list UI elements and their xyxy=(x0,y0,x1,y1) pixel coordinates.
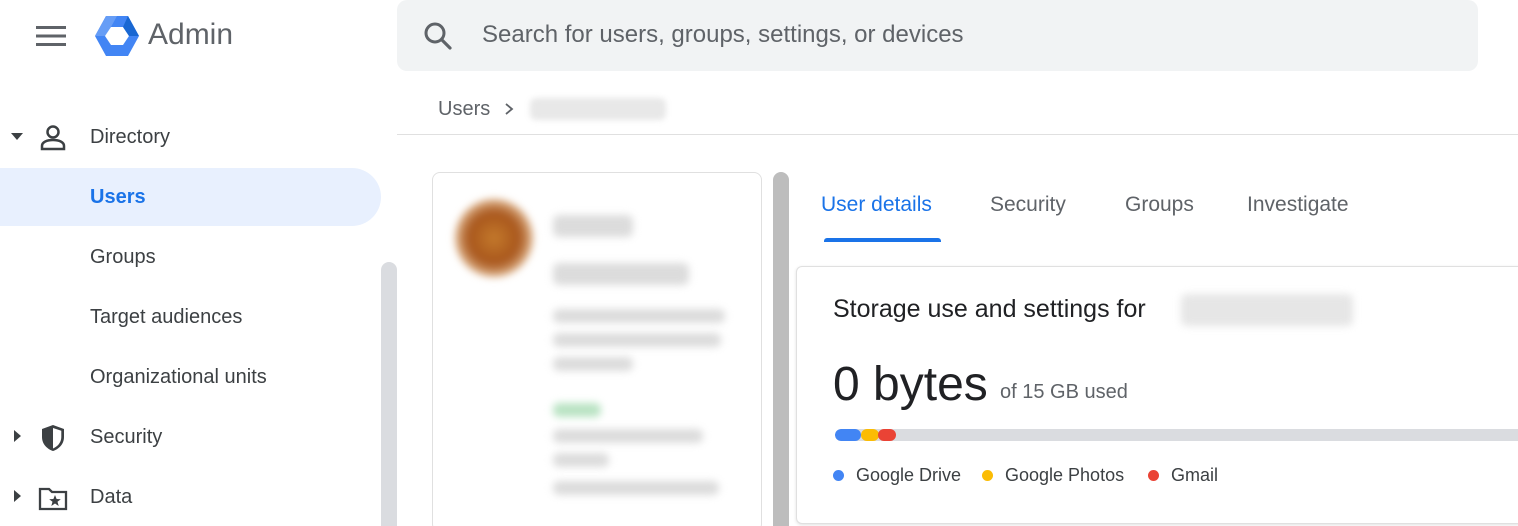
caret-right-icon[interactable] xyxy=(10,489,24,503)
tab-investigate[interactable]: Investigate xyxy=(1247,193,1349,217)
legend-gmail: Gmail xyxy=(1148,465,1218,486)
sidebar-item-label: Target audiences xyxy=(90,305,243,328)
sidebar-item-label: Users xyxy=(90,185,146,208)
sidebar-item-organizational-units[interactable]: Organizational units xyxy=(0,348,381,406)
legend-google-photos: Google Photos xyxy=(982,465,1124,486)
sidebar-item-data[interactable]: Data xyxy=(0,468,381,526)
storage-usage-bar xyxy=(835,429,1518,441)
legend-label: Google Drive xyxy=(856,465,962,485)
search-icon[interactable] xyxy=(422,20,454,52)
sidebar-item-security[interactable]: Security xyxy=(0,408,381,466)
admin-logo-icon[interactable] xyxy=(94,14,140,58)
sidebar-item-label: Security xyxy=(90,425,163,448)
drive-color-dot xyxy=(833,470,844,481)
sidebar-item-label: Data xyxy=(90,485,133,508)
admin-console: Admin Search for users, groups, settings… xyxy=(0,0,1518,526)
sidebar-item-directory[interactable]: Directory xyxy=(0,108,381,166)
tab-groups[interactable]: Groups xyxy=(1125,193,1194,217)
breadcrumb-users-link[interactable]: Users xyxy=(438,98,490,121)
sidebar-item-label: Groups xyxy=(90,245,156,268)
shield-icon xyxy=(42,425,64,451)
breadcrumb: Users xyxy=(438,94,667,124)
search-input[interactable]: Search for users, groups, settings, or d… xyxy=(482,21,964,49)
storage-title: Storage use and settings for xyxy=(833,295,1146,323)
person-icon xyxy=(40,125,66,151)
sidebar-item-label: Directory xyxy=(90,125,171,148)
gmail-usage-segment xyxy=(878,429,896,441)
user-info-redacted xyxy=(553,357,633,371)
caret-down-icon[interactable] xyxy=(10,129,24,143)
main-menu-button[interactable] xyxy=(26,14,76,58)
legend-google-drive: Google Drive xyxy=(833,465,961,486)
header-divider xyxy=(397,134,1518,135)
tab-security[interactable]: Security xyxy=(990,193,1066,217)
hamburger-menu-icon xyxy=(36,26,66,46)
legend-label: Gmail xyxy=(1171,465,1219,485)
sidebar-item-groups[interactable]: Groups xyxy=(0,228,381,286)
user-info-redacted xyxy=(553,481,719,495)
active-tab-indicator xyxy=(824,238,941,242)
user-status-redacted xyxy=(553,403,601,417)
user-name-redacted xyxy=(553,215,633,237)
photos-usage-segment xyxy=(861,429,879,441)
storage-user-redacted xyxy=(1181,294,1353,326)
user-info-redacted xyxy=(553,309,725,323)
photos-color-dot xyxy=(982,470,993,481)
user-profile-card xyxy=(432,172,762,526)
storage-amount: 0 bytes xyxy=(833,358,988,411)
tab-user-details[interactable]: User details xyxy=(821,193,932,217)
legend-label: Google Photos xyxy=(1005,465,1125,485)
user-info-redacted xyxy=(553,429,703,443)
breadcrumb-current-user xyxy=(530,98,667,120)
user-email-redacted xyxy=(553,263,689,285)
folder-star-icon xyxy=(38,487,68,511)
caret-right-icon[interactable] xyxy=(10,429,24,443)
sidebar-scrollbar[interactable] xyxy=(381,262,397,526)
search-bar[interactable]: Search for users, groups, settings, or d… xyxy=(397,0,1478,71)
sidebar-item-users[interactable]: Users xyxy=(0,168,381,226)
gmail-color-dot xyxy=(1148,470,1159,481)
sidebar-item-label: Organizational units xyxy=(90,365,267,388)
app-title: Admin xyxy=(148,18,234,51)
user-info-redacted xyxy=(553,453,609,467)
storage-card: Storage use and settings for 0 bytes of … xyxy=(796,266,1518,524)
user-info-redacted xyxy=(553,333,721,347)
storage-quota-label: of 15 GB used xyxy=(1000,381,1128,403)
content-scrollbar[interactable] xyxy=(773,172,789,526)
avatar[interactable] xyxy=(455,199,533,277)
chevron-right-icon xyxy=(505,103,514,115)
sidebar-item-target-audiences[interactable]: Target audiences xyxy=(0,288,381,346)
drive-usage-segment xyxy=(835,429,861,441)
